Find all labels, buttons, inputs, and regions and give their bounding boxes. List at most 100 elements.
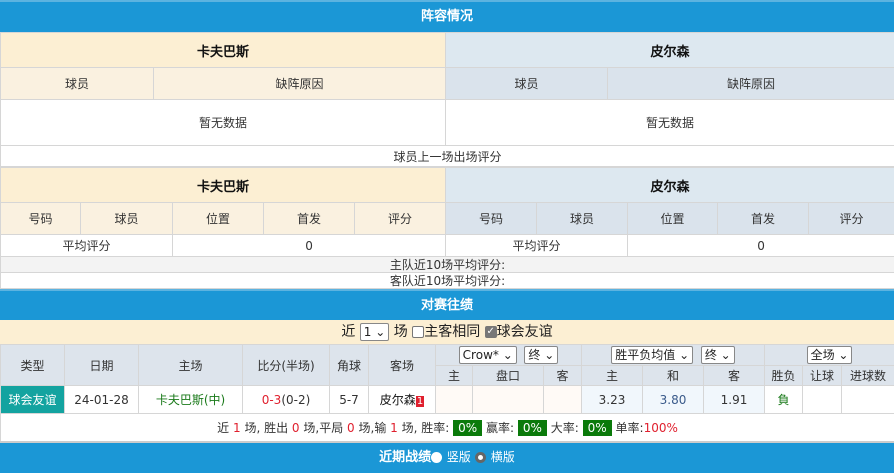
big-rate: 0%: [583, 420, 612, 436]
col-reason: 缺阵原因: [608, 68, 894, 100]
h2h-controls: 近 1 ⌄ 场 主客相同 ✓球会友谊: [0, 320, 894, 344]
away-team-name: 皮尔森: [446, 33, 894, 68]
score-ht: (0-2): [281, 393, 310, 407]
odds-line: [473, 386, 544, 414]
recent-bar: 近期战绩 竖版 横版: [0, 443, 894, 473]
col-number: 号码: [446, 203, 537, 235]
radio-vertical[interactable]: [431, 452, 442, 463]
near-label: 近: [341, 324, 355, 340]
chevron-down-icon: ⌄: [503, 348, 513, 362]
match-result: 負: [765, 386, 803, 414]
match-corner: 5-7: [330, 386, 369, 414]
col-result: 胜负: [765, 366, 803, 386]
chevron-down-icon: ⌄: [544, 348, 554, 362]
summary-text: 近: [217, 421, 229, 435]
col-reason: 缺阵原因: [154, 68, 446, 100]
home-team-name: 卡夫巴斯: [1, 168, 446, 203]
chevron-down-icon: ⌄: [375, 325, 385, 339]
col-type: 类型: [1, 345, 65, 386]
final-select-1[interactable]: 终 ⌄: [524, 346, 558, 364]
col-d: 和: [643, 366, 704, 386]
match-away[interactable]: 皮尔森: [380, 393, 416, 407]
match-date: 24-01-28: [65, 386, 139, 414]
col-date: 日期: [65, 345, 139, 386]
col-rating: 评分: [809, 203, 894, 235]
company-select[interactable]: Crow* ⌄: [459, 346, 517, 364]
summary-text: 场, 胜率:: [402, 421, 450, 435]
col-player: 球员: [446, 68, 608, 100]
summary-draw: 0: [347, 421, 355, 435]
match-home[interactable]: 卡夫巴斯(中): [139, 386, 243, 414]
friendly-label: 球会友谊: [497, 324, 553, 340]
col-corner: 角球: [330, 345, 369, 386]
same-home-checkbox[interactable]: [412, 326, 424, 338]
summary-text: 场,输: [359, 421, 387, 435]
final-value: 终: [528, 348, 540, 362]
col-goals: 进球数: [842, 366, 894, 386]
summary-text: 单率:: [616, 421, 644, 435]
lineup-table: 卡夫巴斯皮尔森 球员缺阵原因球员缺阵原因 暂无数据暂无数据 球员上一场出场评分: [0, 32, 894, 167]
away-recent-rating: 客队近10场平均评分:: [1, 273, 894, 289]
col-player: 球员: [1, 68, 154, 100]
h2h-summary: 近 1 场, 胜出 0 场,平局 0 场,输 1 场, 胜率: 0% 赢率: 0…: [1, 414, 894, 442]
away-avg-label: 平均评分: [446, 235, 628, 257]
home-no-data: 暂无数据: [1, 100, 446, 146]
col-a2: 客: [704, 366, 765, 386]
table-row: 球会友谊 24-01-28 卡夫巴斯(中) 0-3(0-2) 5-7 皮尔森1 …: [1, 386, 894, 414]
col-h2: 主: [582, 366, 643, 386]
col-player: 球员: [537, 203, 628, 235]
match-type[interactable]: 球会友谊: [1, 386, 65, 414]
final-select-2[interactable]: 终 ⌄: [701, 346, 735, 364]
home-avg-label: 平均评分: [1, 235, 173, 257]
chevron-down-icon: ⌄: [721, 348, 731, 362]
away-team-name: 皮尔森: [446, 168, 894, 203]
games-label: 场: [394, 324, 408, 340]
home-recent-rating: 主队近10场平均评分:: [1, 257, 894, 273]
col-starter: 首发: [718, 203, 809, 235]
count-select[interactable]: 1 ⌄: [360, 323, 390, 341]
col-away: 客场: [369, 345, 436, 386]
red-card-badge: 1: [416, 396, 424, 407]
odds-a: [544, 386, 582, 414]
col-position: 位置: [628, 203, 718, 235]
same-home-label: 主客相同: [424, 324, 480, 340]
friendly-checkbox[interactable]: ✓: [485, 326, 497, 338]
scope-value: 全场: [811, 348, 835, 362]
scope-select[interactable]: 全场 ⌄: [807, 346, 853, 364]
radio-horizontal[interactable]: [475, 452, 486, 463]
odds-win: 3.23: [582, 386, 643, 414]
vertical-label: 竖版: [447, 450, 471, 464]
col-position: 位置: [173, 203, 264, 235]
recent-title: 近期战绩: [379, 450, 431, 465]
chevron-down-icon: ⌄: [679, 348, 689, 362]
summary-win: 0: [292, 421, 300, 435]
odds-lose: 1.91: [704, 386, 765, 414]
summary-text: 赢率:: [486, 421, 514, 435]
col-home: 主场: [139, 345, 243, 386]
col-h: 主: [436, 366, 473, 386]
score-ft: 0-3: [262, 393, 282, 407]
rating-title: 球员上一场出场评分: [1, 146, 894, 167]
summary-lose: 1: [390, 421, 398, 435]
col-starter: 首发: [264, 203, 355, 235]
odds-type-select[interactable]: 胜平负均值 ⌄: [611, 346, 693, 364]
col-rating: 评分: [355, 203, 446, 235]
company-value: Crow*: [463, 348, 499, 362]
summary-text: 大率:: [551, 421, 579, 435]
summary-text: 场, 胜出: [244, 421, 288, 435]
odd-rate: 100%: [644, 421, 678, 435]
away-no-data: 暂无数据: [446, 100, 894, 146]
h2h-table: 类型 日期 主场 比分(半场) 角球 客场 Crow* ⌄ 终 ⌄ 胜平负均值 …: [0, 344, 894, 443]
col-a: 客: [544, 366, 582, 386]
match-handicap: [803, 386, 842, 414]
win-rate: 0%: [453, 420, 482, 436]
summary-games: 1: [233, 421, 241, 435]
ying-rate: 0%: [518, 420, 547, 436]
chevron-down-icon: ⌄: [838, 348, 848, 362]
count-value: 1: [364, 325, 372, 339]
odds-draw: 3.80: [643, 386, 704, 414]
col-line: 盘口: [473, 366, 544, 386]
rating-table: 卡夫巴斯皮尔森 号码球员位置首发评分 号码球员位置首发评分 平均评分0平均评分0…: [0, 167, 894, 289]
home-avg-value: 0: [173, 235, 446, 257]
home-team-name: 卡夫巴斯: [1, 33, 446, 68]
